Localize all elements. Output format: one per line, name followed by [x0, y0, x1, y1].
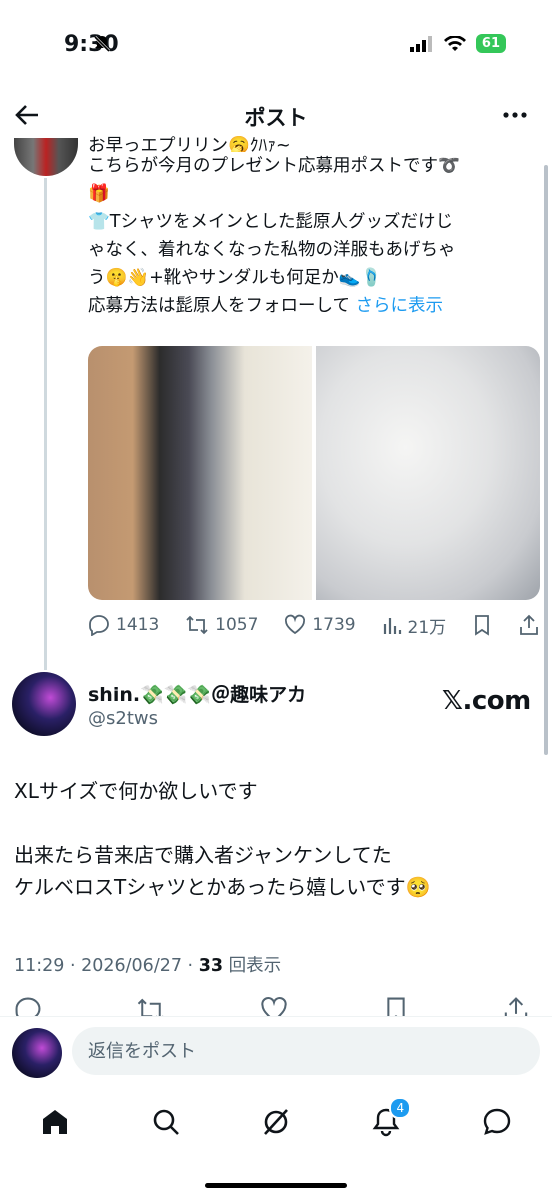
view-label: 回表示 [223, 956, 282, 976]
repost-icon[interactable] [136, 996, 166, 1016]
grok-icon [261, 1107, 291, 1137]
scrollbar[interactable] [544, 165, 548, 755]
show-more-link[interactable]: さらに表示 [356, 296, 444, 316]
parent-line: 🎁 [88, 184, 110, 204]
xcom-logo: 𝕏.com [442, 686, 531, 716]
tab-grok[interactable] [261, 1107, 291, 1137]
thread-line [44, 178, 47, 670]
like-count: 1739 [312, 615, 356, 635]
notification-badge: 4 [389, 1097, 412, 1119]
bottom-tab-bar: 4 [0, 1092, 552, 1152]
reply-button[interactable]: 1413 [88, 614, 159, 636]
heart-icon [284, 614, 306, 636]
tweet-photo-clothes[interactable] [88, 346, 312, 600]
share-icon[interactable] [502, 996, 530, 1016]
more-icon[interactable] [502, 102, 528, 128]
share-button[interactable] [518, 614, 540, 636]
parent-line: お早っエプリリン🥱ｸﾊｧ~ [88, 136, 291, 152]
reply-avatar [12, 1028, 62, 1078]
tab-search[interactable] [151, 1107, 181, 1137]
author-avatar[interactable] [12, 672, 76, 736]
parent-line: 👕Tシャツをメインとした髭原人グッズだけじ [88, 212, 453, 232]
tweet-line: 出来たら昔来店で購入者ジャンケンしてた [14, 843, 392, 867]
tab-home[interactable] [40, 1107, 70, 1137]
share-icon [518, 614, 540, 636]
signal-icon [409, 35, 434, 52]
parent-line-last: 応募方法は髭原人をフォローして さらに表示 [88, 292, 518, 320]
parent-tweet-text: お早っエプリリン🥱ｸﾊｧ~ こちらが今月のプレゼント応募用ポストです➰ 🎁 👕T… [88, 136, 518, 320]
parent-actions: 1413 1057 1739 21万 [88, 612, 540, 638]
view-count: 33 [198, 956, 224, 976]
tweet-body: XLサイズで何か欲しいです 出来たら昔来店で購入者ジャンケンしてた ケルベロスT… [14, 775, 534, 903]
bookmark-button[interactable] [472, 614, 492, 636]
parent-line: う🤫👋+靴やサンダルも何足か👟🩴 [88, 268, 383, 288]
battery-indicator: 61 [475, 34, 506, 53]
tab-messages[interactable] [482, 1107, 512, 1137]
tab-notifications[interactable]: 4 [371, 1097, 412, 1137]
parent-line-text: 応募方法は髭原人をフォローして [88, 296, 350, 316]
tweet-line: ケルベロスTシャツとかあったら嬉しいです🥺 [14, 875, 431, 899]
bookmark-icon[interactable] [383, 996, 409, 1016]
views-button[interactable]: 21万 [382, 613, 447, 638]
wifi-icon [443, 35, 466, 52]
reply-icon[interactable] [14, 996, 42, 1016]
status-indicators: 61 [93, 34, 506, 53]
home-icon [40, 1107, 70, 1137]
heart-icon[interactable] [259, 996, 289, 1016]
views-count: 21万 [407, 617, 447, 638]
tweet-timestamp: 11:29 · 2026/06/27 · [14, 956, 199, 976]
reply-icon [88, 614, 110, 636]
repost-count: 1057 [215, 615, 259, 635]
tweet-meta: 11:29 · 2026/06/27 · 33 回表示 [14, 952, 281, 977]
bookmark-icon [472, 614, 492, 636]
parent-avatar[interactable] [14, 138, 78, 176]
author-name[interactable]: shin.💸💸💸＠趣味アカ [88, 680, 306, 707]
tweet-photo-tshirts[interactable] [316, 346, 540, 600]
silent-bell-icon [92, 34, 112, 54]
home-indicator [205, 1183, 347, 1188]
tweet-line: XLサイズで何か欲しいです [14, 779, 258, 803]
tweet-actions [14, 996, 530, 1016]
reply-input[interactable] [72, 1027, 540, 1075]
parent-line: ゃなく、着れなくなった私物の洋服もあげちゃ [88, 240, 456, 260]
views-icon [382, 615, 402, 635]
repost-button[interactable]: 1057 [185, 614, 258, 636]
page-title: ポスト [244, 106, 308, 130]
repost-icon [185, 614, 209, 636]
author-handle[interactable]: @s2tws [88, 708, 158, 729]
top-nav: ポスト [0, 96, 552, 136]
reply-count: 1413 [116, 615, 160, 635]
chat-icon [482, 1107, 512, 1137]
like-button[interactable]: 1739 [284, 614, 356, 636]
parent-line: こちらが今月のプレゼント応募用ポストです➰ [88, 156, 460, 176]
search-icon [151, 1107, 181, 1137]
